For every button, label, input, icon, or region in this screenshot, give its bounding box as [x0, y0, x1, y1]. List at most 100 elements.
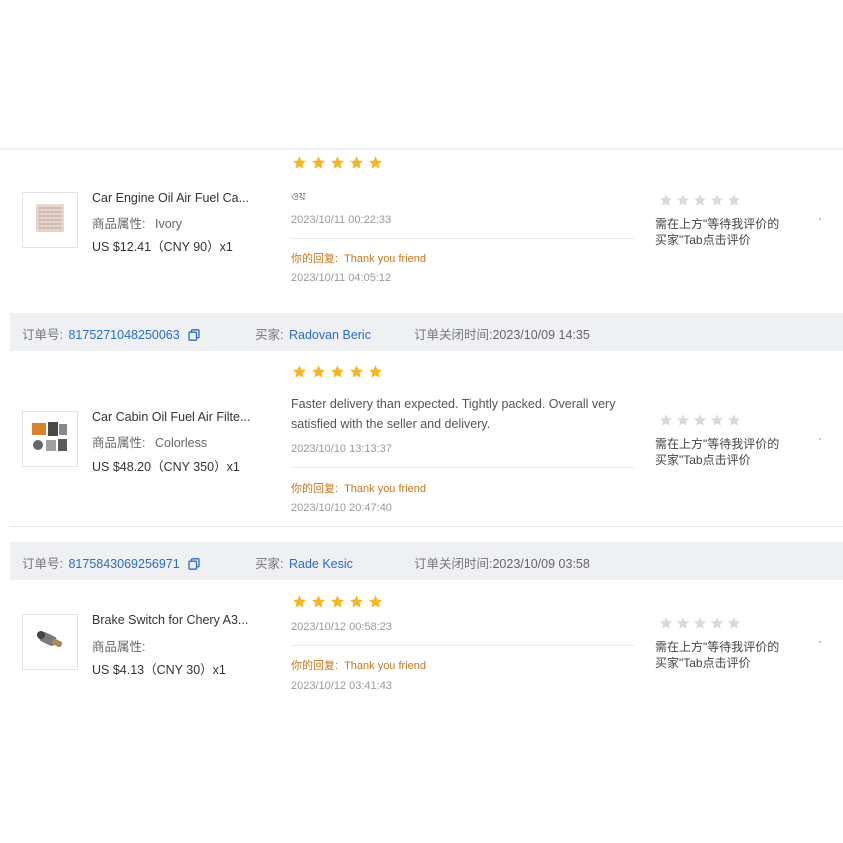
more-menu-dot[interactable]: ·	[818, 431, 822, 445]
reply-label: 你的回复:	[291, 660, 339, 672]
review-stars	[292, 594, 383, 610]
hint-line-1: 需在上方"等待我评价的	[655, 640, 780, 654]
product-attribute: 商品属性: Ivory	[92, 213, 182, 232]
rate-buyer-hint: 需在上方"等待我评价的 买家"Tab点击评价	[655, 216, 805, 248]
product-thumbnail[interactable]	[22, 614, 78, 670]
star-empty-icon[interactable]	[727, 616, 741, 635]
star-empty-icon[interactable]	[676, 413, 690, 432]
attribute-label: 商品属性:	[92, 436, 146, 450]
review-time: 2023/10/10 13:13:37	[291, 443, 392, 455]
star-icon	[330, 155, 345, 171]
star-icon	[349, 364, 364, 380]
seller-reply: 你的回复: Thank you friend	[291, 657, 426, 673]
star-icon	[311, 594, 326, 610]
hint-line-2: 买家"Tab点击评价	[655, 453, 751, 467]
product-thumbnail[interactable]	[22, 192, 78, 248]
order-number[interactable]: 8175843069256971	[68, 557, 179, 571]
star-empty-icon[interactable]	[710, 413, 724, 432]
order-number-field: 订单号: 8175843069256971	[22, 553, 200, 572]
order-header-1: 订单号: 8175271048250063 买家: Radovan Beric …	[10, 313, 843, 351]
reply-label: 你的回复:	[291, 253, 339, 265]
star-empty-icon[interactable]	[693, 193, 707, 212]
review-time: 2023/10/12 00:58:23	[291, 621, 392, 633]
buyer-field: 买家: Rade Kesic	[255, 553, 353, 572]
seller-reply: 你的回复: Thank you friend	[291, 250, 426, 266]
star-icon	[292, 155, 307, 171]
product-title[interactable]: Brake Switch for Chery A3...	[92, 613, 262, 627]
seller-reply: 你的回复: Thank you friend	[291, 480, 426, 496]
product-thumbnail[interactable]	[22, 411, 78, 467]
close-time: 2023/10/09 14:35	[492, 328, 590, 342]
star-empty-icon[interactable]	[659, 193, 673, 212]
reply-time: 2023/10/10 20:47:40	[291, 502, 392, 514]
star-empty-icon[interactable]	[693, 616, 707, 635]
review-stars	[292, 364, 383, 380]
order-number-field: 订单号: 8175271048250063	[22, 324, 200, 343]
star-empty-icon[interactable]	[659, 413, 673, 432]
review-divider	[291, 645, 634, 646]
reply-time: 2023/10/11 04:05:12	[291, 272, 392, 284]
product-price: US $48.20（CNY 350）x1	[92, 460, 240, 474]
buyer-rating-stars[interactable]	[659, 193, 741, 212]
order-number[interactable]: 8175271048250063	[68, 328, 179, 342]
buyer-name[interactable]: Rade Kesic	[289, 557, 353, 571]
product-title[interactable]: Car Engine Oil Air Fuel Ca...	[92, 191, 262, 205]
attribute-value: Colorless	[154, 436, 208, 450]
reply-label: 你的回复:	[291, 483, 339, 495]
attribute-label: 商品属性:	[92, 217, 146, 231]
star-empty-icon[interactable]	[727, 413, 741, 432]
buyer-label: 买家:	[255, 328, 284, 342]
filter-kit-icon	[28, 417, 72, 462]
hint-line-2: 买家"Tab点击评价	[655, 656, 751, 670]
copy-icon[interactable]	[188, 329, 200, 341]
star-empty-icon[interactable]	[693, 413, 707, 432]
star-icon	[292, 364, 307, 380]
star-icon	[368, 364, 383, 380]
buyer-rating-stars[interactable]	[659, 616, 741, 635]
star-icon	[368, 155, 383, 171]
order-number-label: 订单号:	[22, 557, 63, 571]
review-divider	[291, 467, 634, 468]
review-divider	[291, 238, 634, 239]
star-empty-icon[interactable]	[659, 616, 673, 635]
star-empty-icon[interactable]	[710, 616, 724, 635]
rate-buyer-hint: 需在上方"等待我评价的 买家"Tab点击评价	[655, 436, 805, 468]
product-title[interactable]: Car Cabin Oil Fuel Air Filte...	[92, 410, 262, 424]
air-filter-icon	[30, 198, 70, 243]
copy-icon[interactable]	[188, 558, 200, 570]
star-icon	[292, 594, 307, 610]
close-time-field: 订单关闭时间:2023/10/09 03:58	[414, 553, 590, 572]
more-menu-dot[interactable]: ·	[818, 211, 822, 225]
reply-text: Thank you friend	[344, 253, 426, 265]
star-empty-icon[interactable]	[676, 193, 690, 212]
order-number-label: 订单号:	[22, 328, 63, 342]
top-divider	[0, 148, 843, 150]
star-empty-icon[interactable]	[727, 193, 741, 212]
review-text: Faster delivery than expected. Tightly p…	[291, 397, 616, 431]
hint-line-1: 需在上方"等待我评价的	[655, 437, 780, 451]
star-icon	[311, 364, 326, 380]
review-text: ওয়	[291, 191, 306, 203]
star-empty-icon[interactable]	[676, 616, 690, 635]
order-header-2: 订单号: 8175843069256971 买家: Rade Kesic 订单关…	[10, 542, 843, 580]
reply-text: Thank you friend	[344, 483, 426, 495]
star-icon	[368, 594, 383, 610]
brake-switch-icon	[30, 620, 70, 665]
product-price: US $12.41（CNY 90）x1	[92, 240, 233, 254]
review-stars	[292, 155, 383, 171]
buyer-rating-stars[interactable]	[659, 413, 741, 432]
buyer-field: 买家: Radovan Beric	[255, 324, 371, 343]
close-time-label: 订单关闭时间:	[414, 328, 493, 342]
buyer-name[interactable]: Radovan Beric	[289, 328, 371, 342]
close-time-label: 订单关闭时间:	[414, 557, 493, 571]
close-time: 2023/10/09 03:58	[492, 557, 590, 571]
buyer-label: 买家:	[255, 557, 284, 571]
more-menu-dot[interactable]: ·	[818, 634, 822, 648]
row-divider	[10, 526, 843, 527]
reply-text: Thank you friend	[344, 660, 426, 672]
attribute-label: 商品属性:	[92, 640, 146, 654]
star-icon	[349, 155, 364, 171]
reply-time: 2023/10/12 03:41:43	[291, 680, 392, 692]
star-empty-icon[interactable]	[710, 193, 724, 212]
product-attribute: 商品属性: Colorless	[92, 432, 207, 451]
